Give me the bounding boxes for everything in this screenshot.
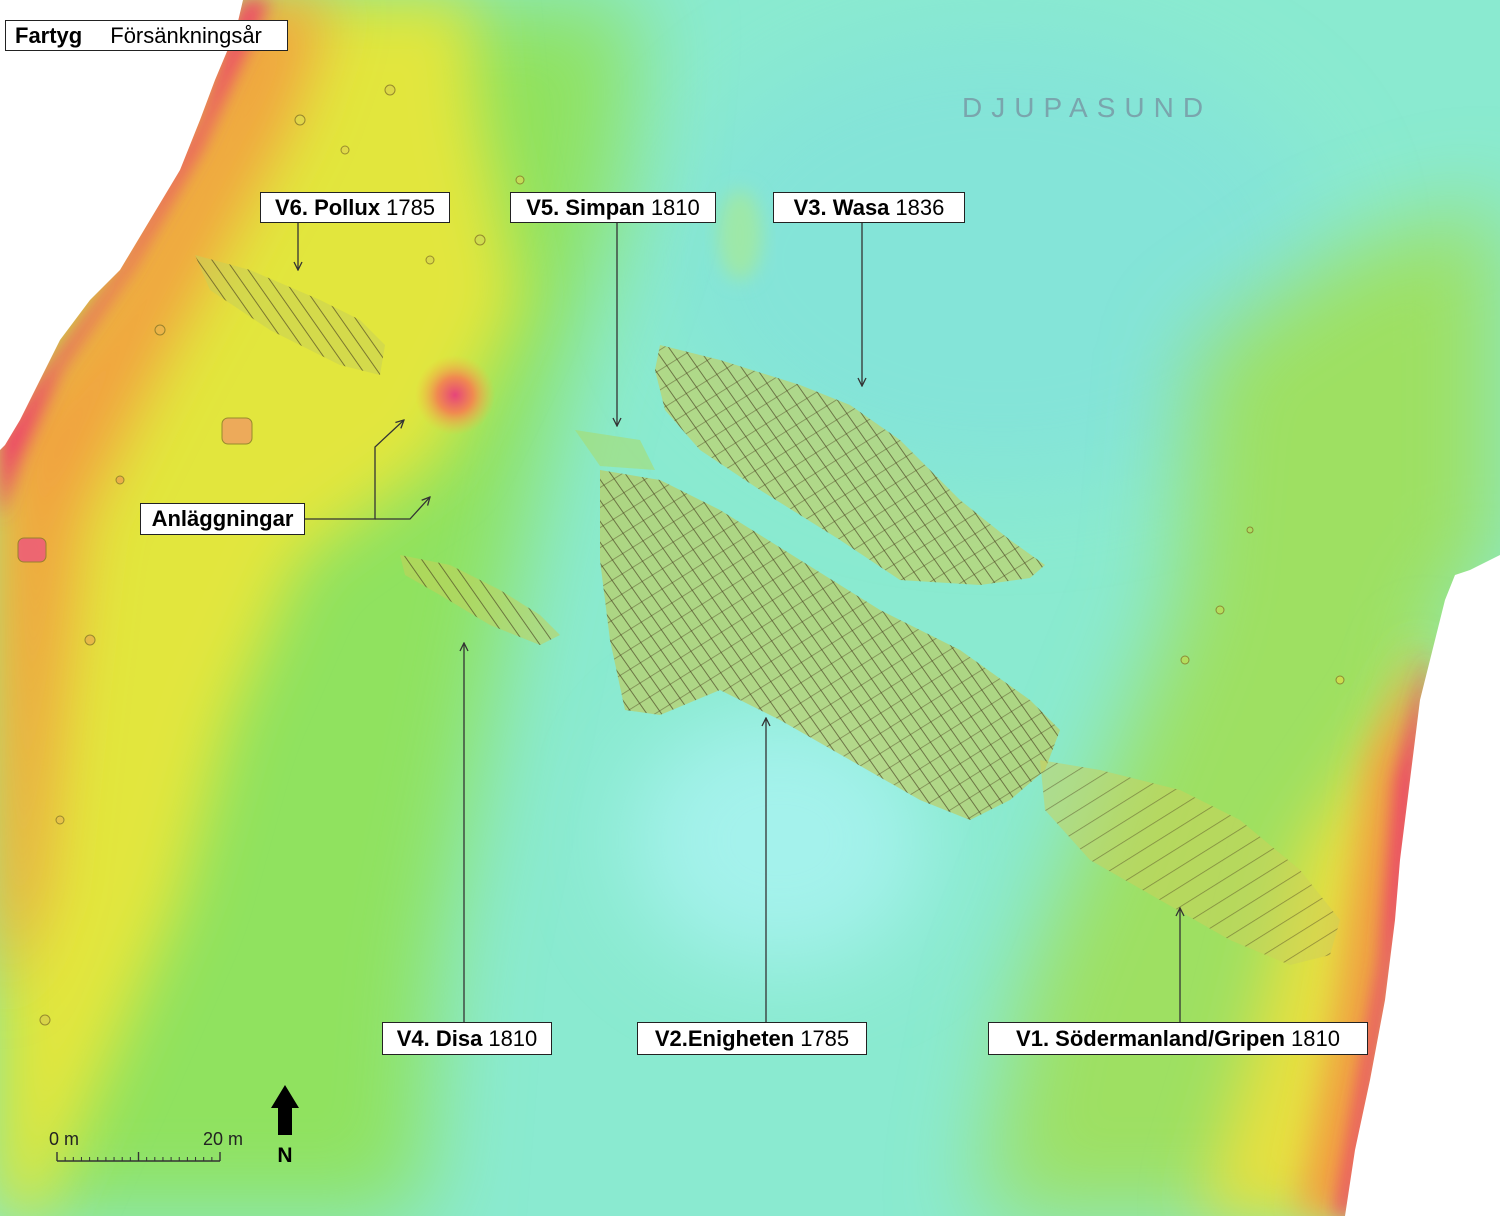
installations-label: Anläggningar — [140, 503, 305, 535]
leader-lines — [298, 222, 1180, 1022]
scale-bar — [56, 1152, 221, 1162]
wreck-name: V4. Disa — [396, 1025, 483, 1051]
wreck-label-v4: V4. Disa 1810 — [382, 1022, 552, 1055]
wreck-name: V3. Wasa — [793, 194, 890, 220]
installations-text: Anläggningar — [151, 506, 294, 531]
leader-line-installations-b — [375, 497, 430, 520]
wreck-label-v5: V5. Simpan 1810 — [510, 192, 716, 223]
wreck-year: 1810 — [488, 1025, 538, 1051]
legend-year-label: Försänkningsår — [110, 22, 262, 48]
scale-end-label: 20 m — [203, 1129, 244, 1149]
wreck-year: 1810 — [650, 194, 700, 220]
wreck-name: V5. Simpan — [526, 194, 645, 220]
north-arrow — [271, 1085, 299, 1135]
wreck-year: 1836 — [895, 194, 945, 220]
wreck-name: V6. Pollux — [274, 194, 381, 220]
wreck-year: 1785 — [386, 194, 436, 220]
bathymetric-map: Fartyg Försänkningsår DJUPASUND V6. Poll… — [0, 0, 1500, 1216]
area-name: DJUPASUND — [962, 92, 1213, 123]
wreck-label-v2: V2.Enigheten 1785 — [637, 1022, 867, 1055]
wreck-year: 1810 — [1291, 1025, 1340, 1051]
wreck-label-v1: V1. Södermanland/Gripen 1810 — [988, 1022, 1368, 1055]
legend: Fartyg Försänkningsår — [5, 20, 288, 51]
wreck-year: 1785 — [800, 1025, 850, 1051]
scale-start-label: 0 m — [49, 1129, 80, 1149]
leader-line-installations-a — [305, 420, 404, 520]
wreck-label-v3: V3. Wasa 1836 — [773, 192, 965, 223]
wreck-name: V1. Södermanland/Gripen — [1016, 1025, 1285, 1051]
north-arrow-icon — [271, 1085, 299, 1135]
wreck-label-v6: V6. Pollux 1785 — [260, 192, 450, 223]
wreck-name: V2.Enigheten — [654, 1025, 795, 1051]
north-label: N — [277, 1144, 293, 1167]
legend-vessel-label: Fartyg — [15, 22, 83, 48]
